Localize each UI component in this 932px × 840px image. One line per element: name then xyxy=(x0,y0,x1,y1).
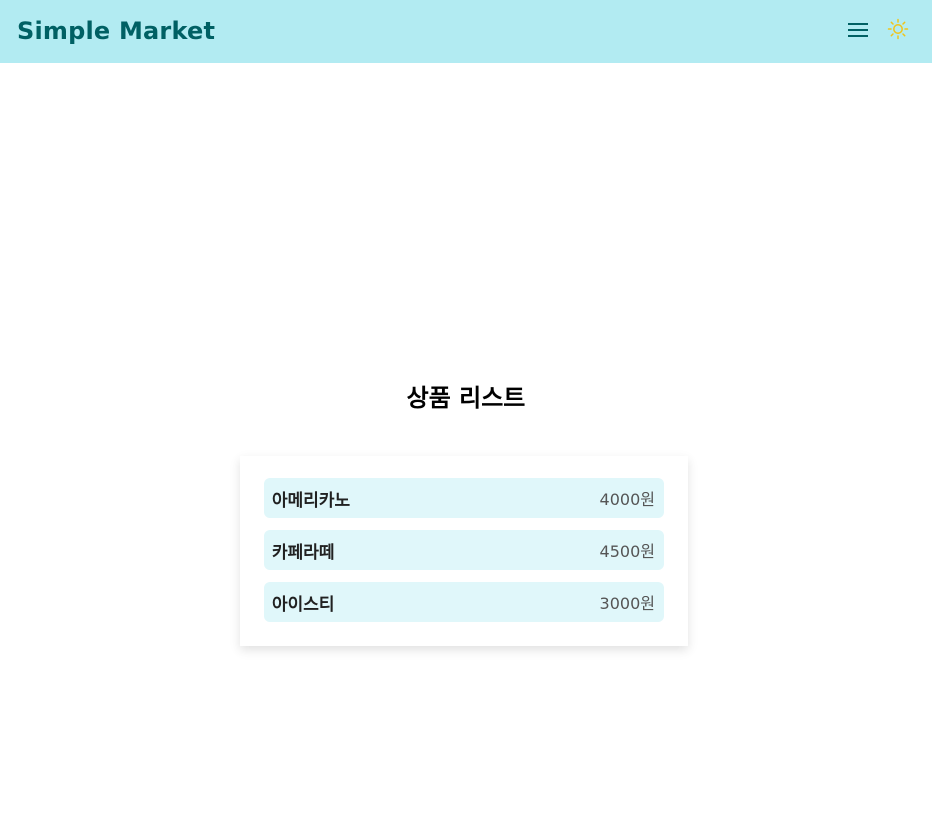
app-header: Simple Market xyxy=(0,0,932,63)
product-item[interactable]: 카페라떼 4500원 xyxy=(264,530,664,570)
brand-title[interactable]: Simple Market xyxy=(17,15,215,47)
page-title: 상품 리스트 xyxy=(406,384,526,412)
product-item[interactable]: 아메리카노 4000원 xyxy=(264,478,664,518)
product-price: 3000원 xyxy=(599,594,655,613)
hamburger-menu-icon xyxy=(848,23,868,37)
theme-toggle-button[interactable] xyxy=(884,15,912,43)
product-name: 아메리카노 xyxy=(272,490,351,511)
menu-button[interactable] xyxy=(844,17,872,43)
product-item[interactable]: 아이스티 3000원 xyxy=(264,582,664,622)
sun-icon xyxy=(887,18,909,40)
product-price: 4500원 xyxy=(599,542,655,561)
product-price: 4000원 xyxy=(599,490,655,509)
product-list-card: 아메리카노 4000원 카페라떼 4500원 아이스티 3000원 xyxy=(240,456,688,646)
product-name: 아이스티 xyxy=(272,594,335,615)
product-name: 카페라떼 xyxy=(272,542,335,563)
